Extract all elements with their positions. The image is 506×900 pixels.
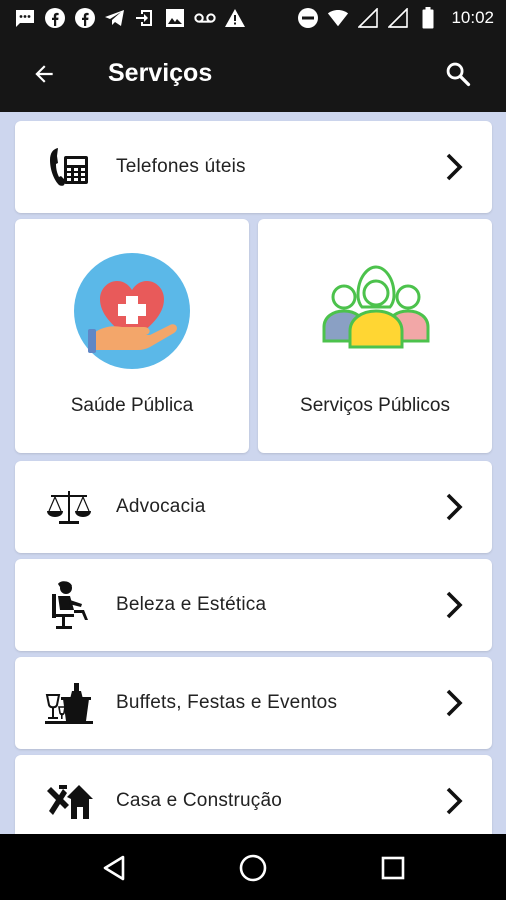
service-tile-servicos-publicos[interactable]: Serviços Públicos — [258, 219, 492, 453]
house-tools-icon — [45, 777, 93, 825]
tile-label: Saúde Pública — [70, 395, 194, 416]
battery-icon — [417, 7, 439, 29]
nav-home-button[interactable] — [233, 848, 273, 888]
service-label: Beleza e Estética — [116, 594, 267, 615]
page-title: Serviços — [108, 59, 213, 87]
salon-chair-icon — [45, 581, 93, 629]
signal-icon — [357, 7, 379, 29]
back-button[interactable] — [26, 56, 62, 92]
service-item-advocacia[interactable]: Advocacia — [15, 461, 492, 553]
chevron-right-icon — [446, 689, 463, 717]
home-circle-icon — [239, 854, 267, 882]
search-button[interactable] — [440, 56, 476, 92]
facebook-icon — [44, 7, 66, 29]
image-icon — [164, 7, 186, 29]
service-label: Buffets, Festas e Eventos — [116, 692, 338, 713]
tile-label: Serviços Públicos — [300, 395, 450, 416]
status-bar: 10:02 — [0, 0, 506, 36]
arrow-back-icon — [35, 65, 53, 83]
status-time: 10:02 — [451, 8, 494, 27]
chevron-right-icon — [446, 493, 463, 521]
screen-share-icon — [134, 7, 156, 29]
service-tile-saude[interactable]: Saúde Pública — [15, 219, 249, 453]
champagne-icon — [45, 679, 93, 727]
service-item-casa[interactable]: Casa e Construção — [15, 755, 492, 834]
search-icon — [446, 62, 471, 87]
health-heart-icon — [74, 253, 190, 369]
voicemail-icon — [194, 7, 216, 29]
scales-icon — [45, 483, 93, 531]
wifi-icon — [327, 7, 349, 29]
chevron-right-icon — [446, 153, 463, 181]
facebook-icon — [74, 7, 96, 29]
service-item-buffets[interactable]: Buffets, Festas e Eventos — [15, 657, 492, 749]
telegram-icon — [104, 7, 126, 29]
warning-icon — [224, 7, 246, 29]
service-label: Casa e Construção — [116, 790, 283, 811]
system-nav-bar — [0, 834, 506, 900]
signal-icon — [387, 7, 409, 29]
people-group-icon — [322, 265, 430, 349]
chevron-right-icon — [446, 787, 463, 815]
nav-back-button[interactable] — [94, 848, 134, 888]
chevron-right-icon — [446, 591, 463, 619]
recents-square-icon — [381, 856, 405, 880]
services-list: Telefones úteis Saúde Pública Serviços P… — [0, 112, 506, 834]
service-label: Telefones úteis — [116, 156, 246, 177]
service-item-telefones[interactable]: Telefones úteis — [15, 121, 492, 213]
app-bar: Serviços — [0, 36, 506, 112]
nav-recents-button[interactable] — [373, 848, 413, 888]
do-not-disturb-icon — [297, 7, 319, 29]
back-triangle-icon — [103, 855, 125, 881]
service-label: Advocacia — [116, 496, 206, 517]
phone-contacts-icon — [45, 143, 93, 191]
sms-icon — [14, 7, 36, 29]
service-item-beleza[interactable]: Beleza e Estética — [15, 559, 492, 651]
